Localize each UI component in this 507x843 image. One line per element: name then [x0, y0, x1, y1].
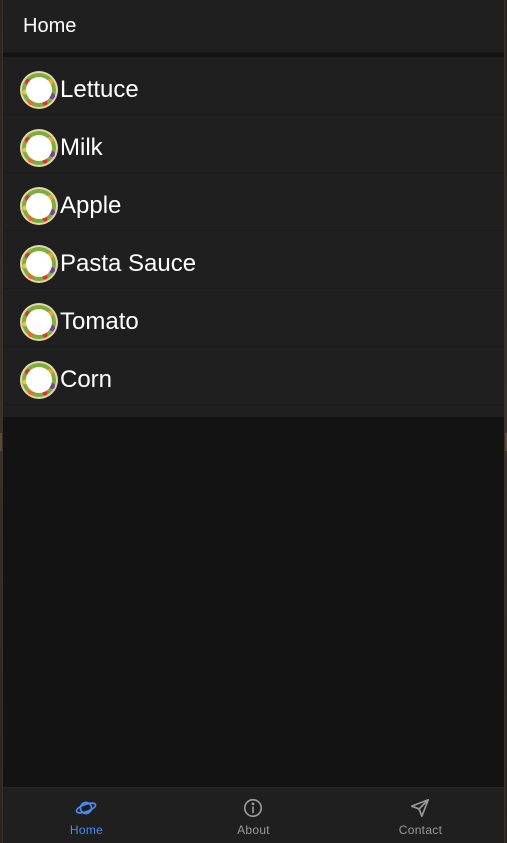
list-item-tomato[interactable]: Tomato: [3, 289, 504, 347]
tab-label: About: [237, 823, 270, 837]
list-item-corn[interactable]: Corn: [3, 347, 504, 405]
tab-home[interactable]: Home: [3, 788, 170, 843]
tab-contact[interactable]: Contact: [337, 788, 504, 843]
info-circle-icon: [243, 798, 263, 818]
tab-label: Contact: [398, 823, 443, 837]
list-item-lettuce[interactable]: Lettuce: [3, 57, 504, 115]
vegetable-wreath-icon: [20, 129, 58, 167]
item-label: Tomato: [60, 308, 139, 335]
tab-label: Home: [69, 823, 104, 837]
item-label: Milk: [60, 134, 103, 161]
tab-about[interactable]: About: [170, 788, 337, 843]
vegetable-wreath-icon: [20, 187, 58, 225]
vegetable-wreath-icon: [20, 303, 58, 341]
list-item-milk[interactable]: Milk: [3, 115, 504, 173]
grocery-list: Lettuce Milk Apple Pasta Sauce Tomato Co…: [3, 57, 504, 417]
list-item-apple[interactable]: Apple: [3, 173, 504, 231]
vegetable-wreath-icon: [20, 71, 58, 109]
page-title: Home: [23, 15, 77, 37]
vegetable-wreath-icon: [20, 361, 58, 399]
item-label: Apple: [60, 192, 122, 219]
send-icon: [410, 798, 430, 818]
item-label: Lettuce: [60, 76, 139, 103]
app-header: Home: [3, 0, 504, 53]
item-label: Corn: [60, 366, 113, 393]
planet-icon: [75, 801, 97, 815]
vegetable-wreath-icon: [20, 245, 58, 283]
app-screen: Home Lettuce Milk Apple Pasta Sauce Toma…: [2, 0, 505, 843]
item-label: Pasta Sauce: [60, 250, 197, 277]
list-item-pasta-sauce[interactable]: Pasta Sauce: [3, 231, 504, 289]
bottom-tab-bar: Home About Contact: [3, 787, 504, 843]
